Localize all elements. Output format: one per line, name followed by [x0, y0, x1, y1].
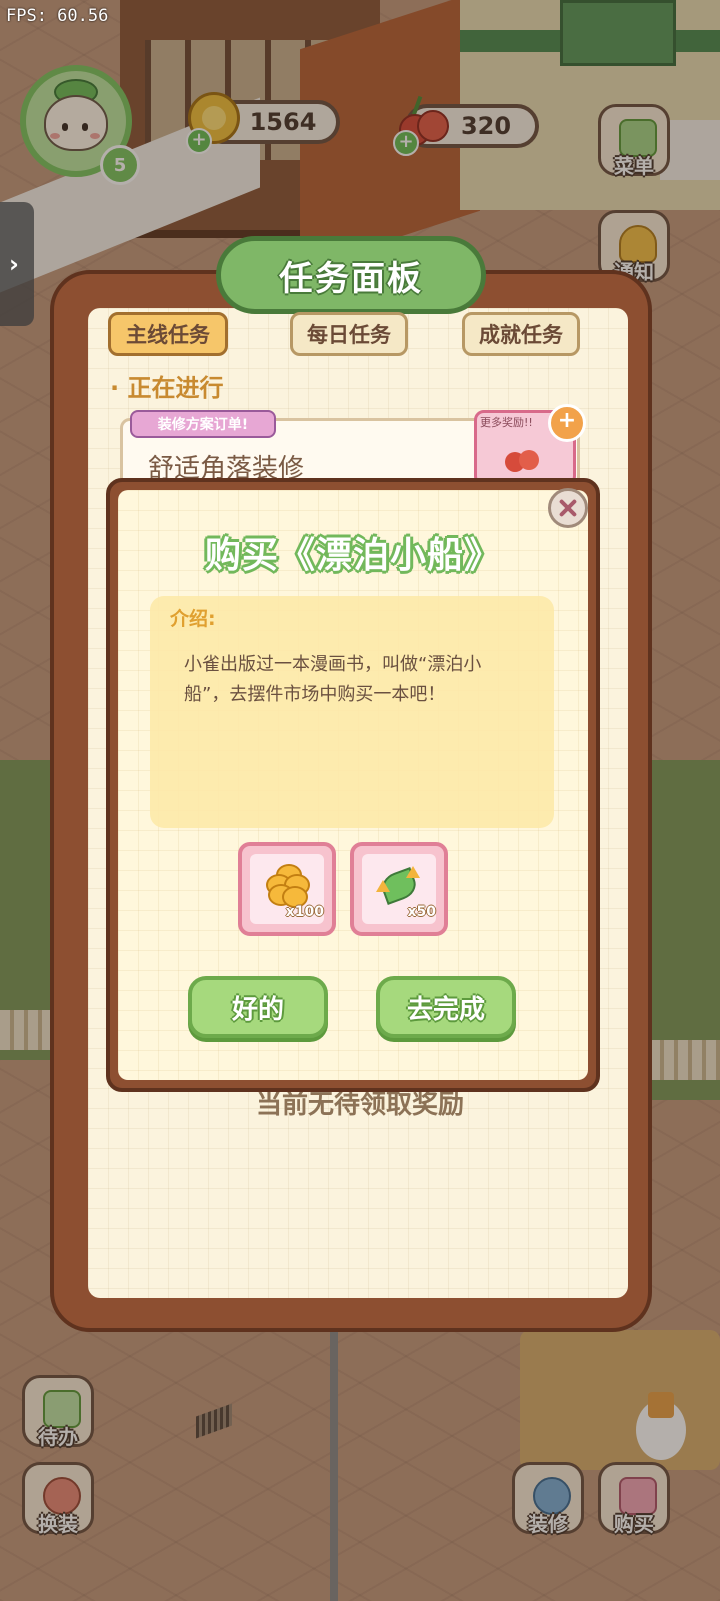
intro-label: 介绍: — [170, 608, 216, 630]
reward-count: x100 — [285, 904, 324, 920]
bonus-label: 更多奖励!! — [480, 416, 533, 429]
task-tag: 装修方案订单! — [130, 410, 276, 438]
intro-text: 小雀出版过一本漫画书，叫做“漂泊小船”，去摆件市场中购买一本吧！ — [184, 654, 482, 705]
reward-item[interactable]: x100 — [238, 842, 336, 936]
fps-counter: FPS: 60.56 — [6, 6, 109, 26]
section-in-progress: · 正在进行 — [110, 374, 224, 402]
tab-daily-quest[interactable]: 每日任务 — [290, 312, 408, 356]
ok-button[interactable]: 好的 — [188, 976, 328, 1038]
dialog-title: 购买《漂泊小船》 — [204, 535, 501, 576]
cherry-icon — [505, 444, 539, 474]
reward-item[interactable]: x50 — [350, 842, 448, 936]
close-icon[interactable] — [548, 488, 588, 528]
expand-sidebar-tab[interactable]: › — [0, 202, 34, 326]
chevron-right-icon: › — [9, 250, 19, 278]
tab-main-quest[interactable]: 主线任务 — [108, 312, 228, 356]
task-panel-title: 任务面板 — [216, 236, 486, 314]
plus-icon[interactable]: + — [548, 404, 586, 442]
go-complete-button[interactable]: 去完成 — [376, 976, 516, 1038]
reward-count: x50 — [407, 904, 436, 920]
tab-achievement-quest[interactable]: 成就任务 — [462, 312, 580, 356]
coin-pile-icon — [264, 864, 310, 908]
leaf-growth-icon — [376, 866, 426, 906]
